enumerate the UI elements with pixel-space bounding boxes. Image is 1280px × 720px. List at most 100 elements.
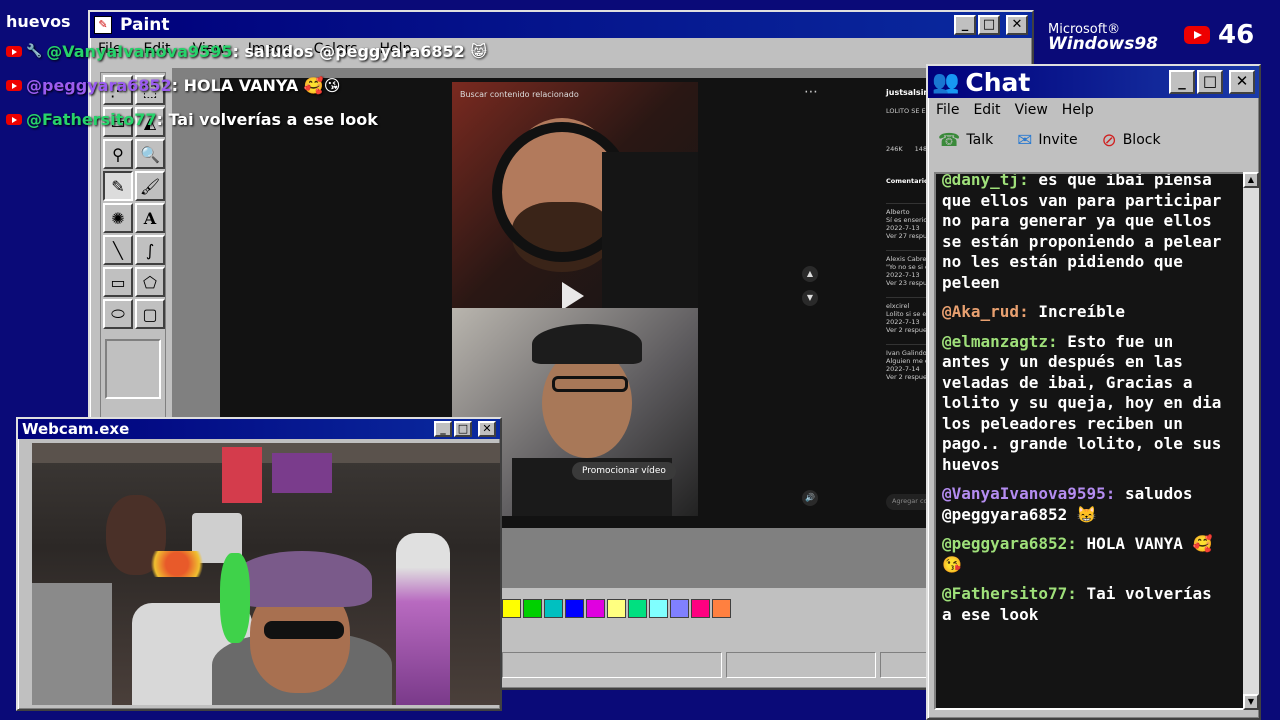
talk-label: Talk [966,132,994,148]
scroll-up-icon[interactable]: ▲ [1243,172,1259,188]
webcam-minimize-button[interactable]: _ [434,421,452,437]
likes-count[interactable]: 246K [886,145,903,153]
color-swatch[interactable] [649,599,668,618]
rectangle-tool-icon[interactable]: ▭ [103,267,133,297]
viewer-counter: 46 [1184,20,1254,50]
paint-maximize-button[interactable]: □ [978,15,1000,35]
joker-figure-shape [396,533,450,705]
paint-close-button[interactable]: ✕ [1006,15,1028,35]
sunglasses-shape [264,621,344,639]
webcam-title: Webcam.exe [22,420,130,438]
overlay-user: @peggyara6852 [26,76,172,95]
color-swatch[interactable] [670,599,689,618]
invite-icon: ✉ [1017,129,1033,151]
chat-message-text: Increíble [1038,302,1126,321]
overlay-text: : saludos @peggyara6852 😸 [232,42,488,61]
ellipse-tool-icon[interactable]: ⬭ [103,299,133,329]
chat-minimize-button[interactable]: _ [1169,70,1195,94]
chat-menu-help[interactable]: Help [1062,102,1094,118]
chat-title: Chat [965,67,1031,97]
brush-tool-icon[interactable]: 🖌 [135,171,165,201]
color-swatch[interactable] [565,599,584,618]
color-swatch[interactable] [607,599,626,618]
promote-video-button[interactable]: Promocionar vídeo [572,462,676,480]
chat-message-user: @peggyara6852: [942,534,1077,553]
chat-maximize-button[interactable]: □ [1197,70,1223,94]
overlay-user: @VanyaIvanova9595 [46,42,233,61]
line-tool-icon[interactable]: ╲ [103,235,133,265]
guest-cap-shape [532,324,642,364]
status-cell-coords [726,652,876,678]
guest-face-shape [542,348,632,458]
chat-message-list: @dany_tj: es que ibai piensa que ellos v… [942,174,1229,634]
video-top-frame[interactable]: Buscar contenido relacionado [452,82,698,308]
chat-titlebar[interactable]: 👥 Chat _ □ ✕ [928,66,1259,98]
shelf-shape [32,443,500,463]
tool-options-box[interactable] [105,339,161,399]
pencil-tool-icon[interactable]: ✎ [103,171,133,201]
webcam-titlebar[interactable]: Webcam.exe _ □ ✕ [18,419,500,439]
chevron-down-icon[interactable]: ▼ [802,290,818,306]
poster-shape [272,453,332,493]
text-tool-icon[interactable]: A [135,203,165,233]
chat-close-button[interactable]: ✕ [1229,70,1255,94]
guest-glasses-shape [552,376,628,392]
magnifier-tool-icon[interactable]: 🔍 [135,139,165,169]
overlay-text: : Tai volverías a ese look [156,110,378,129]
chat-message: @elmanzagtz: Esto fue un antes y un desp… [942,332,1229,476]
airbrush-tool-icon[interactable]: ✺ [103,203,133,233]
invite-label: Invite [1038,132,1078,148]
color-swatch[interactable] [523,599,542,618]
talk-button[interactable]: ☎ Talk [938,130,993,151]
color-swatch[interactable] [628,599,647,618]
youtube-icon [1184,26,1210,44]
chat-message: @dany_tj: es que ibai piensa que ellos v… [942,174,1229,293]
invite-button[interactable]: ✉ Invite [1017,130,1077,151]
poster-shape [222,447,262,503]
color-swatch[interactable] [712,599,731,618]
paint-app-icon: ✎ [94,16,112,34]
windows98-text: Windows98 [1048,34,1159,54]
color-palette [502,599,731,618]
chat-toolbar: ☎ Talk ✉ Invite ⊘ Block [928,122,1259,158]
play-icon[interactable] [562,282,584,308]
chat-scrollbar[interactable]: ▲ ▼ [1243,172,1259,710]
volume-icon[interactable]: 🔊 [802,490,818,506]
rounded-rect-tool-icon[interactable]: ▢ [135,299,165,329]
youtube-icon [6,46,22,57]
webcam-maximize-button[interactable]: □ [454,421,472,437]
more-options-icon[interactable]: ⋯ [804,84,818,100]
youtube-icon [6,80,22,91]
jacket-shape [602,152,698,308]
scroll-down-icon[interactable]: ▼ [1243,694,1259,710]
wall-art-shape [32,583,112,705]
chat-message: @Fathersito77: Tai volverías a ese look [942,584,1229,625]
chat-menu-file[interactable]: File [936,102,959,118]
webcam-window: Webcam.exe _ □ ✕ [16,417,502,711]
overlay-text: : HOLA VANYA 🥰😘 [171,76,341,95]
color-swatch[interactable] [544,599,563,618]
video-search-label[interactable]: Buscar contenido relacionado [460,90,579,99]
status-cell-hint [502,652,722,678]
chat-message: @VanyaIvanova9595: saludos @peggyara6852… [942,484,1229,525]
paint-minimize-button[interactable]: _ [954,15,976,35]
block-button[interactable]: ⊘ Block [1102,130,1161,151]
chat-message-user: @elmanzagtz: [942,331,1058,351]
green-headset-shape [220,553,250,643]
chevron-up-icon[interactable]: ▲ [802,266,818,282]
paint-title: Paint [120,15,170,35]
chat-menu-view[interactable]: View [1015,102,1048,118]
color-swatch[interactable] [502,599,521,618]
curve-tool-icon[interactable]: ∫ [135,235,165,265]
color-picker-tool-icon[interactable]: ⚲ [103,139,133,169]
chat-menubar: File Edit View Help [928,98,1259,122]
chat-message-text: Esto fue un antes y un después en las ve… [942,331,1222,474]
chat-menu-edit[interactable]: Edit [973,102,1000,118]
chat-messages-pane[interactable]: @dany_tj: es que ibai piensa que ellos v… [934,172,1245,710]
color-swatch[interactable] [586,599,605,618]
paint-titlebar[interactable]: ✎ Paint _ □ ✕ [90,12,1032,38]
polygon-tool-icon[interactable]: ⬠ [135,267,165,297]
overlay-top-word: huevos [6,12,71,31]
color-swatch[interactable] [691,599,710,618]
webcam-close-button[interactable]: ✕ [478,421,496,437]
